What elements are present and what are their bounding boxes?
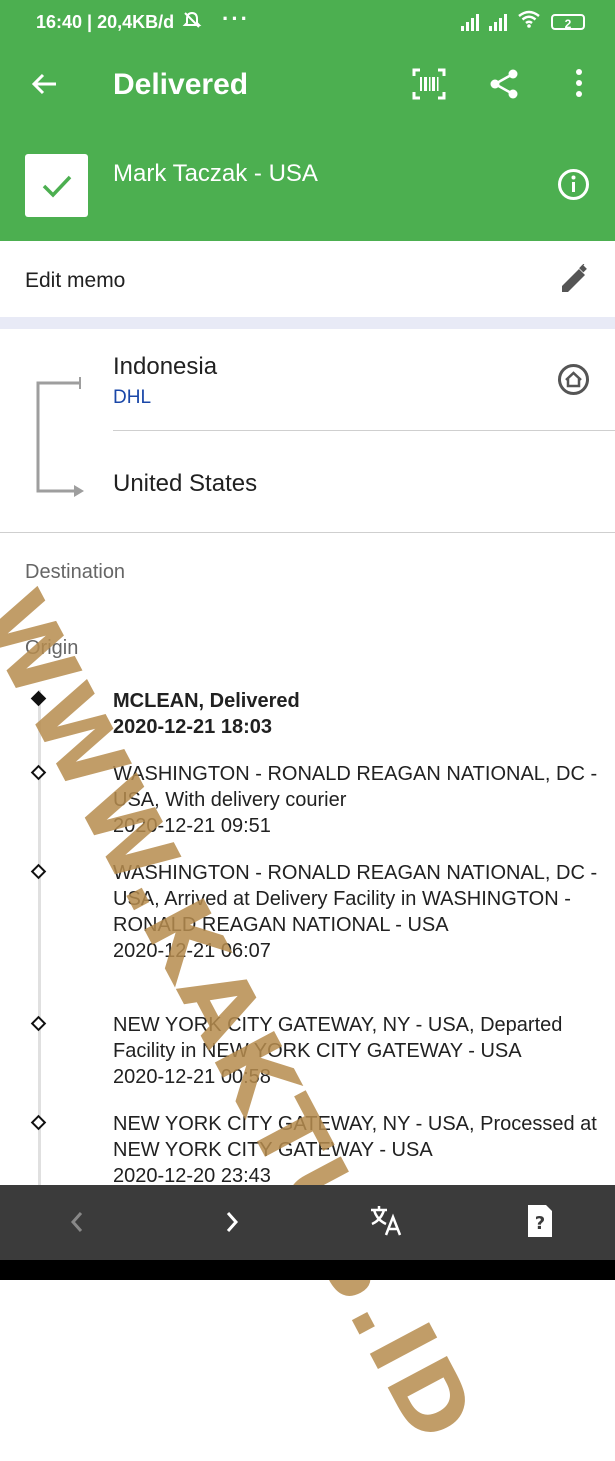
timeline-marker <box>30 863 47 880</box>
timeline-date: 2020-12-21 00:58 <box>113 1066 271 1088</box>
status-more-dots: ··· <box>222 6 250 31</box>
status-bar: 16:40 | 20,4KB/d ··· 2 <box>0 0 615 40</box>
route-bracket-icon <box>34 375 86 502</box>
origin-country: Indonesia <box>113 353 218 380</box>
home-icon[interactable] <box>557 363 590 401</box>
bottom-toolbar: ? <box>0 1185 615 1260</box>
delivered-checkbox[interactable] <box>25 154 88 217</box>
barcode-icon[interactable] <box>412 68 446 105</box>
destination-section-label[interactable]: Destination <box>25 561 125 584</box>
route-divider <box>0 532 615 533</box>
signal-icon-2 <box>489 13 507 31</box>
info-icon[interactable] <box>557 168 590 206</box>
timeline-marker <box>30 1114 47 1131</box>
section-divider <box>0 317 615 329</box>
page-title: Delivered <box>113 68 249 101</box>
status-time: 16:40 | 20,4KB/d <box>36 12 175 32</box>
timeline-item: MCLEAN, Delivered 2020-12-21 18:03 <box>113 688 598 740</box>
svg-text:?: ? <box>535 1213 545 1234</box>
recipient-name: Mark Taczak - USA <box>113 160 318 187</box>
timeline-location: NEW YORK CITY GATEWAY, NY - USA, Departe… <box>113 1014 563 1062</box>
carrier-link[interactable]: DHL <box>113 387 151 409</box>
app-bar: Delivered Mark Taczak - USA <box>0 40 615 241</box>
timeline-date: 2020-12-21 18:03 <box>113 716 273 738</box>
timeline-item: WASHINGTON - RONALD REAGAN NATIONAL, DC … <box>113 761 598 839</box>
destination-country: United States <box>113 470 258 497</box>
check-icon <box>42 175 72 198</box>
chevron-right-icon[interactable] <box>221 1205 243 1244</box>
timeline-location: WASHINGTON - RONALD REAGAN NATIONAL, DC … <box>113 763 598 811</box>
share-icon[interactable] <box>488 68 520 105</box>
edit-memo-label: Edit memo <box>25 269 126 292</box>
timeline-date: 2020-12-21 09:51 <box>113 815 271 837</box>
edit-memo-row[interactable]: Edit memo <box>0 241 615 317</box>
battery-icon: 2 <box>551 13 585 31</box>
timeline-location: MCLEAN, Delivered <box>113 690 300 712</box>
timeline-location: WASHINGTON - RONALD REAGAN NATIONAL, DC … <box>113 862 598 936</box>
timeline-location: NEW YORK CITY GATEWAY, NY - USA, Process… <box>113 1113 597 1161</box>
system-bar <box>0 1260 615 1280</box>
timeline-marker <box>30 764 47 781</box>
timeline-marker-current <box>30 690 47 707</box>
route-separator <box>113 430 615 431</box>
signal-icon <box>461 13 479 31</box>
notification-muted-icon <box>182 10 202 35</box>
chevron-left-icon[interactable] <box>66 1205 88 1244</box>
route-card: Indonesia DHL United States <box>0 329 615 532</box>
more-vert-icon[interactable] <box>574 68 584 103</box>
pencil-icon[interactable] <box>558 263 590 301</box>
timeline-item: NEW YORK CITY GATEWAY, NY - USA, Departe… <box>113 1012 598 1090</box>
timeline-date: 2020-12-21 06:07 <box>113 940 271 962</box>
translate-icon[interactable] <box>369 1203 403 1242</box>
back-arrow-icon[interactable] <box>28 68 60 105</box>
timeline-marker <box>30 1015 47 1032</box>
timeline-item: WASHINGTON - RONALD REAGAN NATIONAL, DC … <box>113 860 598 964</box>
timeline-item: NEW YORK CITY GATEWAY, NY - USA, Process… <box>113 1111 598 1189</box>
origin-section-label[interactable]: Origin <box>25 637 78 660</box>
wifi-icon <box>517 10 541 33</box>
help-icon[interactable]: ? <box>526 1203 554 1244</box>
